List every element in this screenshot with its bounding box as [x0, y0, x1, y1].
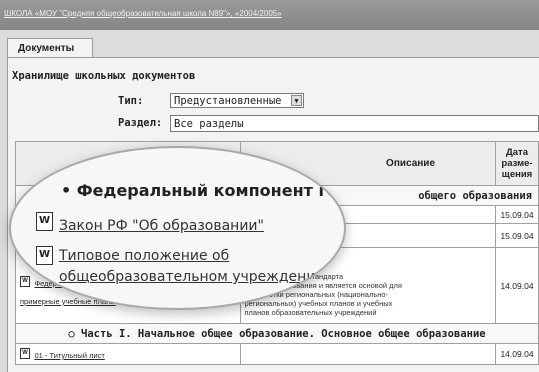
cell-date: 14.09.04	[495, 343, 539, 365]
regulation-link-line1[interactable]: Типовое положение об	[59, 248, 229, 264]
cell-date: 15.09.04	[495, 223, 539, 248]
breadcrumb-year: , «2004/2005»	[230, 9, 282, 18]
page-title: Хранилище школьных документов	[12, 70, 196, 82]
regulation-link-line2[interactable]: общеобразовательном учреждении	[59, 269, 325, 285]
tab-documents[interactable]: Документы	[7, 38, 93, 57]
type-label: Тип:	[118, 95, 144, 107]
table-row: W 01 - Титульный лист 14.09.04	[14, 343, 539, 365]
section-cell: ○ Часть I. Начальное общее образование. …	[15, 323, 539, 344]
magnified-heading: • Федеральный компонент госу	[61, 181, 346, 200]
section-field[interactable]: Все разделы	[170, 115, 539, 132]
magnifier-lens: • Федеральный компонент госу W Закон РФ …	[9, 146, 346, 310]
type-select[interactable]: Предустановленные ▼	[170, 93, 304, 108]
word-doc-icon[interactable]: W	[20, 276, 30, 288]
desc-line: региональных) учебных планов и учебных	[244, 299, 393, 308]
header-date[interactable]: Дата разме- щения	[495, 141, 539, 186]
magnified-heading-text: Федеральный компонент госу	[76, 181, 346, 200]
word-doc-icon[interactable]: W	[20, 348, 30, 360]
cell-description	[240, 343, 497, 365]
section-row: ○ Часть I. Начальное общее образование. …	[15, 323, 539, 344]
header-date-line: разме-	[501, 158, 533, 169]
chevron-down-icon[interactable]: ▼	[291, 95, 302, 106]
header-date-line: щения	[501, 169, 533, 180]
section-label: Раздел:	[118, 117, 163, 129]
bullet-icon: ○	[68, 327, 82, 340]
word-doc-icon[interactable]: W	[36, 212, 53, 231]
header-date-line: Дата	[506, 147, 528, 158]
law-link[interactable]: Закон РФ "Об образовании"	[59, 218, 264, 234]
desc-line: планов образовательных учреждений	[244, 308, 377, 317]
cell-date: 15.09.04	[495, 205, 539, 224]
type-select-value: Предустановленные	[174, 95, 282, 107]
top-bar: ШКОЛА «МОУ "Средняя общеобразовательная …	[0, 0, 539, 30]
bullet-icon: •	[61, 181, 77, 200]
word-doc-icon[interactable]: W	[36, 246, 53, 265]
section-title: Часть I. Начальное общее образование. Ос…	[81, 327, 486, 340]
section-title-tail: общего образования	[418, 189, 532, 202]
cell-name: W 01 - Титульный лист	[14, 343, 242, 365]
cell-date: 14.09.04	[495, 247, 539, 324]
doc-link[interactable]: 01 - Титульный лист	[34, 351, 104, 360]
breadcrumb[interactable]: ШКОЛА «МОУ "Средняя общеобразовательная …	[4, 9, 282, 18]
breadcrumb-school[interactable]: ШКОЛА «МОУ "Средняя общеобразовательная …	[4, 9, 231, 18]
